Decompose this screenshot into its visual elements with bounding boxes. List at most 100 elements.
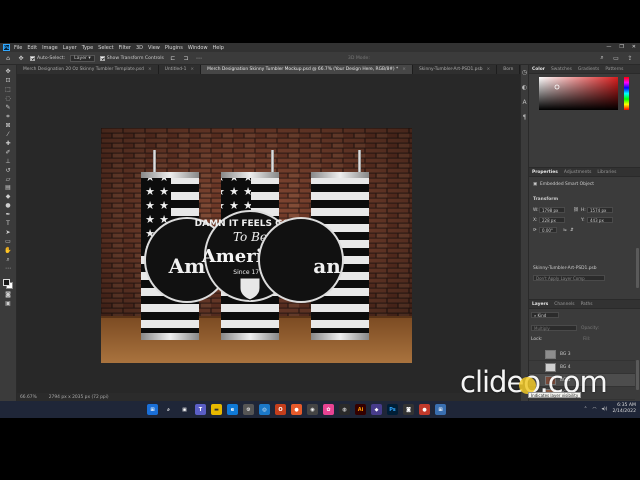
firefox-icon[interactable]: ●: [291, 404, 302, 415]
link-icon[interactable]: ⛓: [573, 208, 579, 213]
tab-libraries[interactable]: Libraries: [597, 170, 616, 175]
maximize-button[interactable]: ❐: [619, 44, 623, 50]
illustrator-icon[interactable]: Ai: [355, 404, 366, 415]
photoshop-icon[interactable]: Ps: [387, 404, 398, 415]
minimize-button[interactable]: —: [606, 44, 611, 50]
more-options-icon[interactable]: ⋯: [195, 54, 203, 62]
flip-horizontal-icon[interactable]: ⇋: [563, 228, 567, 233]
app-icon[interactable]: ◉: [307, 404, 318, 415]
tumbler-mockup-document[interactable]: ★ Am: [101, 128, 412, 363]
zoom-level[interactable]: 66.67%: [20, 395, 37, 400]
lasso-tool-icon[interactable]: ◌: [4, 95, 13, 102]
photo-icon[interactable]: ✿: [323, 404, 334, 415]
height-field[interactable]: 1574 px: [587, 207, 613, 213]
task-view-icon[interactable]: ▣: [179, 404, 190, 415]
tab-tumbler-art[interactable]: Skinny-Tumbler-Art-PSD1.psb ×: [412, 65, 498, 74]
y-field[interactable]: 443 px: [587, 217, 613, 223]
move-tool-icon[interactable]: ✥: [17, 54, 25, 62]
settings-icon[interactable]: ⚙: [243, 404, 254, 415]
volume-icon[interactable]: ◂)): [602, 407, 608, 412]
close-icon[interactable]: ×: [402, 67, 406, 72]
menu-filter[interactable]: Filter: [119, 45, 131, 51]
flip-vertical-icon[interactable]: ⇵: [570, 228, 574, 233]
menu-select[interactable]: Select: [98, 45, 113, 51]
canvas-area[interactable]: ★ Am: [17, 74, 520, 393]
menu-image[interactable]: Image: [42, 45, 58, 51]
align-center-icon[interactable]: ⊐: [182, 54, 190, 62]
kind-filter[interactable]: ⌕ Kind: [531, 312, 559, 318]
tab-born[interactable]: Born: [497, 65, 520, 74]
menu-type[interactable]: Type: [82, 45, 93, 51]
tab-color[interactable]: Color: [532, 67, 545, 72]
auto-select-dropdown[interactable]: Layer ▾: [70, 54, 95, 62]
type-tool-icon[interactable]: T: [4, 221, 13, 228]
menu-3d[interactable]: 3D: [136, 45, 143, 51]
menu-help[interactable]: Help: [213, 45, 224, 51]
app-icon-3[interactable]: ⊞: [435, 404, 446, 415]
office-icon[interactable]: O: [275, 404, 286, 415]
layer-comp-dropdown[interactable]: Don't Apply Layer Comp: [533, 275, 605, 281]
share-icon[interactable]: ⇪: [626, 54, 634, 62]
show-transform-checkbox[interactable]: Show Transform Controls: [99, 55, 164, 61]
eyedropper-tool-icon[interactable]: ⁄: [4, 131, 13, 138]
menu-view[interactable]: View: [148, 45, 160, 51]
path-select-tool-icon[interactable]: ➤: [4, 230, 13, 237]
camera-icon[interactable]: ◙: [403, 404, 414, 415]
width-field[interactable]: 1798 px: [539, 207, 565, 213]
artboard-tool-icon[interactable]: ⊡: [4, 77, 13, 84]
blend-mode-dropdown[interactable]: Multiply: [531, 325, 577, 331]
gradient-tool-icon[interactable]: ▤: [4, 185, 13, 192]
workspace-icon[interactable]: ▭: [612, 54, 620, 62]
pen-tool-icon[interactable]: ✒: [4, 212, 13, 219]
history-icon[interactable]: ◷: [522, 69, 527, 76]
shape-tool-icon[interactable]: ▭: [4, 239, 13, 246]
menu-window[interactable]: Window: [188, 45, 208, 51]
quick-select-tool-icon[interactable]: ✎: [4, 104, 13, 111]
marquee-tool-icon[interactable]: ⬚: [4, 86, 13, 93]
move-tool-icon[interactable]: ✥: [4, 68, 13, 75]
menu-plugins[interactable]: Plugins: [165, 45, 183, 51]
tab-layers[interactable]: Layers: [532, 302, 548, 307]
dodge-tool-icon[interactable]: ●: [4, 203, 13, 210]
clone-stamp-tool-icon[interactable]: ⊥: [4, 158, 13, 165]
tab-paths[interactable]: Paths: [581, 302, 593, 307]
edge-icon[interactable]: e: [227, 404, 238, 415]
close-icon[interactable]: ×: [148, 67, 152, 72]
color-picker[interactable]: [539, 77, 639, 113]
tab-properties[interactable]: Properties: [532, 170, 558, 175]
clock[interactable]: 6:35 AM 2/14/2022: [612, 403, 636, 415]
learn-icon[interactable]: ◐: [522, 84, 527, 91]
auto-select-checkbox[interactable]: Auto-Select:: [30, 55, 65, 61]
frame-tool-icon[interactable]: ⊠: [4, 122, 13, 129]
brush-tool-icon[interactable]: ✐: [4, 149, 13, 156]
close-button[interactable]: ✕: [632, 44, 636, 50]
tab-adjustments[interactable]: Adjustments: [564, 170, 592, 175]
properties-scrollbar[interactable]: [636, 248, 639, 288]
align-left-icon[interactable]: ⊏: [169, 54, 177, 62]
foreground-color-swatch[interactable]: [3, 278, 10, 286]
chevron-up-icon[interactable]: ⌃: [584, 407, 588, 412]
home-icon[interactable]: ⌂: [4, 54, 12, 62]
eraser-tool-icon[interactable]: ▱: [4, 176, 13, 183]
close-icon[interactable]: ×: [487, 67, 491, 72]
menu-edit[interactable]: Edit: [27, 45, 37, 51]
wifi-icon[interactable]: ◠: [593, 407, 597, 412]
tab-mockup[interactable]: Merch Designation Skinny Tumbler Mockup.…: [201, 65, 413, 74]
start-icon[interactable]: ⊞: [147, 404, 158, 415]
app-icon-2[interactable]: ◆: [371, 404, 382, 415]
file-explorer-icon[interactable]: ▬: [211, 404, 222, 415]
crop-tool-icon[interactable]: ⌗: [4, 113, 13, 120]
tab-swatches[interactable]: Swatches: [551, 67, 572, 72]
layers-scrollbar[interactable]: [636, 360, 639, 390]
layer-row[interactable]: BG 3: [529, 348, 635, 361]
tab-untitled[interactable]: Untitled-1 ×: [158, 65, 202, 74]
menu-file[interactable]: File: [14, 45, 22, 51]
character-icon[interactable]: A: [522, 99, 526, 106]
media-icon[interactable]: ◎: [259, 404, 270, 415]
screen-mode-icon[interactable]: ▣: [4, 300, 13, 307]
angle-field[interactable]: 0.00°: [539, 227, 557, 233]
blur-tool-icon[interactable]: ◆: [4, 194, 13, 201]
history-brush-tool-icon[interactable]: ↺: [4, 167, 13, 174]
tab-channels[interactable]: Channels: [554, 302, 574, 307]
x-field[interactable]: 228 px: [539, 217, 565, 223]
